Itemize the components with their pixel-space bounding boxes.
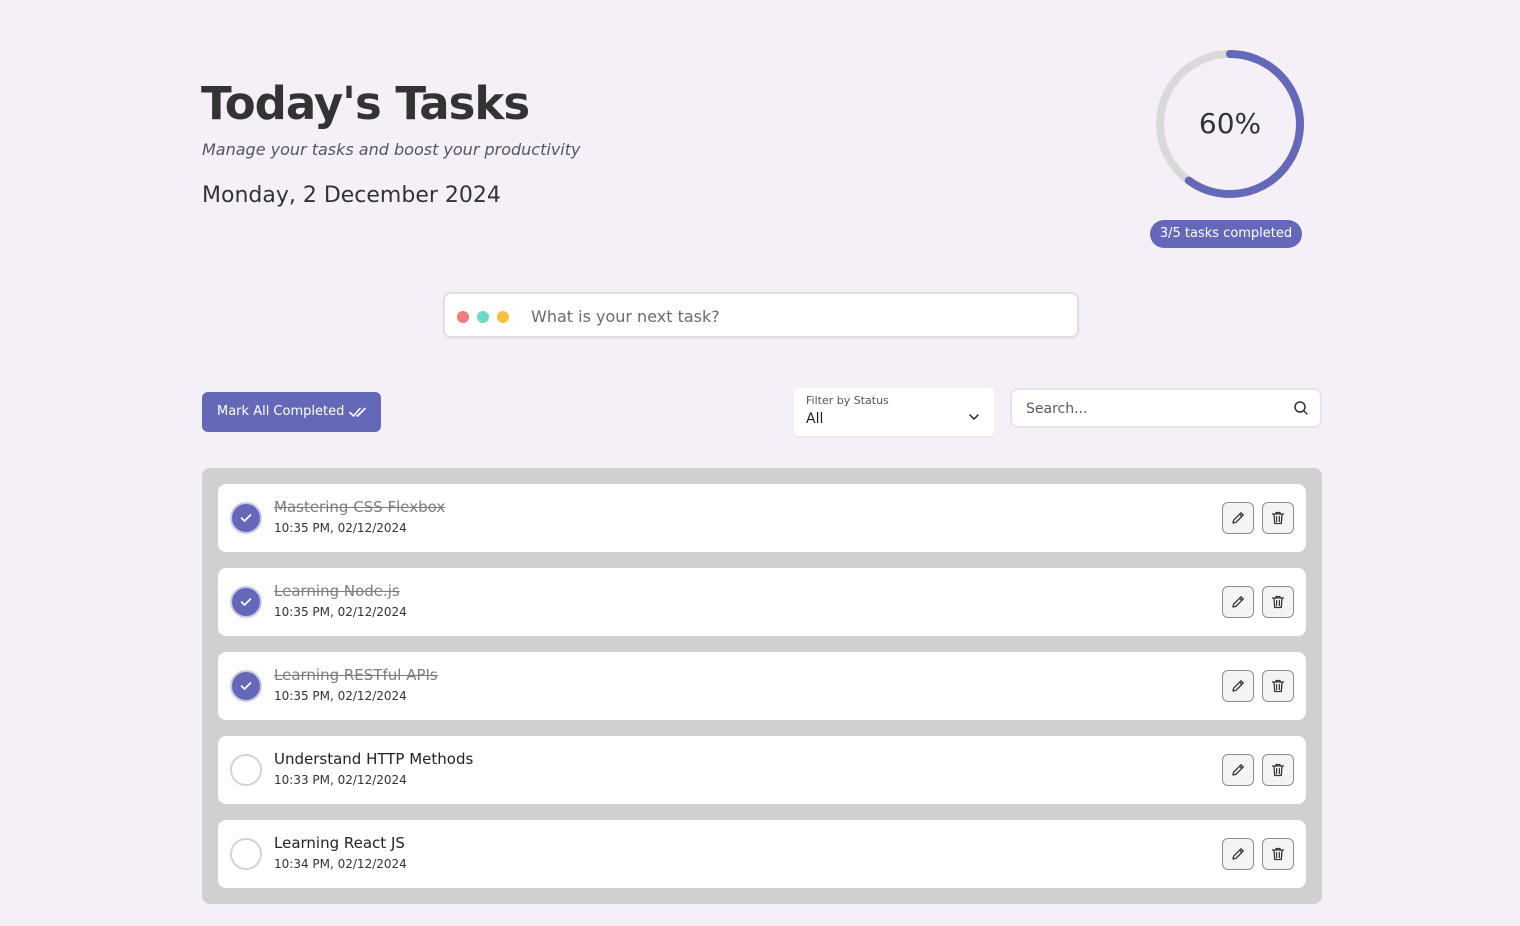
task-title: Learning RESTful APIs xyxy=(274,666,438,684)
task-title: Learning React JS xyxy=(274,834,405,852)
pencil-icon xyxy=(1232,848,1244,860)
pencil-icon xyxy=(1232,512,1244,524)
trash-icon xyxy=(1271,511,1285,525)
trash-icon xyxy=(1271,763,1285,777)
task-complete-checkbox[interactable] xyxy=(230,586,262,618)
delete-task-button[interactable] xyxy=(1262,586,1294,618)
page-title: Today's Tasks xyxy=(201,77,530,130)
progress-ring: 60% xyxy=(1150,44,1310,204)
page-subtitle: Manage your tasks and boost your product… xyxy=(202,140,581,159)
task-item: Learning RESTful APIs 10:35 PM, 02/12/20… xyxy=(218,652,1306,720)
task-timestamp: 10:35 PM, 02/12/2024 xyxy=(274,521,407,535)
task-item: Understand HTTP Methods 10:33 PM, 02/12/… xyxy=(218,736,1306,804)
chevron-down-icon xyxy=(968,407,980,426)
check-icon xyxy=(240,514,252,522)
new-task-input[interactable] xyxy=(529,302,1063,330)
yellow-dot-icon xyxy=(497,311,509,323)
task-complete-checkbox[interactable] xyxy=(230,670,262,702)
task-timestamp: 10:34 PM, 02/12/2024 xyxy=(274,857,407,871)
task-list: Mastering CSS Flexbox 10:35 PM, 02/12/20… xyxy=(202,468,1322,904)
delete-task-button[interactable] xyxy=(1262,754,1294,786)
status-filter-select[interactable]: Filter by Status All xyxy=(794,388,994,436)
search-box xyxy=(1010,388,1322,428)
status-filter-label: Filter by Status xyxy=(806,394,889,407)
task-item: Learning React JS 10:34 PM, 02/12/2024 xyxy=(218,820,1306,888)
trash-icon xyxy=(1271,847,1285,861)
delete-task-button[interactable] xyxy=(1262,838,1294,870)
trash-icon xyxy=(1271,679,1285,693)
task-title: Learning Node.js xyxy=(274,582,400,600)
progress-percent: 60% xyxy=(1198,107,1262,140)
edit-task-button[interactable] xyxy=(1222,670,1254,702)
task-item: Learning Node.js 10:35 PM, 02/12/2024 xyxy=(218,568,1306,636)
edit-task-button[interactable] xyxy=(1222,754,1254,786)
task-complete-checkbox[interactable] xyxy=(230,502,262,534)
pencil-icon xyxy=(1232,680,1244,692)
mark-all-completed-button[interactable]: Mark All Completed xyxy=(202,392,381,432)
new-task-bar xyxy=(443,292,1079,338)
task-item: Mastering CSS Flexbox 10:35 PM, 02/12/20… xyxy=(218,484,1306,552)
progress-summary-badge: 3/5 tasks completed xyxy=(1150,220,1302,248)
search-icon[interactable] xyxy=(1293,400,1309,420)
pencil-icon xyxy=(1232,596,1244,608)
delete-task-button[interactable] xyxy=(1262,502,1294,534)
task-timestamp: 10:33 PM, 02/12/2024 xyxy=(274,773,407,787)
task-timestamp: 10:35 PM, 02/12/2024 xyxy=(274,605,407,619)
check-icon xyxy=(240,598,252,606)
task-complete-checkbox[interactable] xyxy=(230,754,262,786)
search-input[interactable] xyxy=(1024,397,1278,421)
edit-task-button[interactable] xyxy=(1222,838,1254,870)
task-complete-checkbox[interactable] xyxy=(230,838,262,870)
task-title: Understand HTTP Methods xyxy=(274,750,474,768)
edit-task-button[interactable] xyxy=(1222,586,1254,618)
delete-task-button[interactable] xyxy=(1262,670,1294,702)
current-date: Monday, 2 December 2024 xyxy=(202,183,501,208)
teal-dot-icon xyxy=(477,311,489,323)
task-title: Mastering CSS Flexbox xyxy=(274,498,446,516)
task-timestamp: 10:35 PM, 02/12/2024 xyxy=(274,689,407,703)
double-check-icon xyxy=(349,404,367,424)
edit-task-button[interactable] xyxy=(1222,502,1254,534)
red-dot-icon xyxy=(457,311,469,323)
mark-all-completed-label: Mark All Completed xyxy=(217,404,345,419)
check-icon xyxy=(240,682,252,690)
status-filter-value: All xyxy=(806,411,824,427)
trash-icon xyxy=(1271,595,1285,609)
pencil-icon xyxy=(1232,764,1244,776)
